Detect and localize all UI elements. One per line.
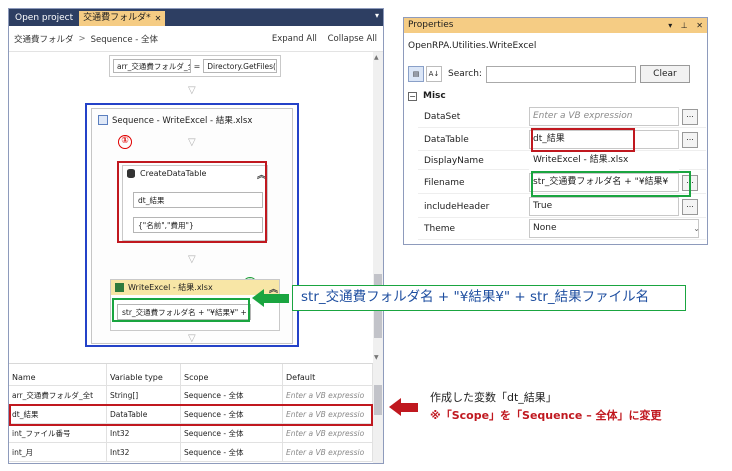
- alphabetical-icon[interactable]: A↓: [426, 66, 442, 82]
- close-icon[interactable]: ✕: [155, 11, 162, 26]
- pin-icon[interactable]: ⊥: [681, 21, 688, 30]
- expand-collapse-controls: Expand All Collapse All: [264, 34, 383, 44]
- designer-scrollbar[interactable]: ▲ ▼: [373, 52, 383, 363]
- variable-scope[interactable]: Sequence - 全体: [181, 443, 283, 461]
- variables-header: Name Variable type Scope Default: [9, 364, 373, 386]
- breadcrumb-item-root[interactable]: 交通費フォルダ: [14, 33, 74, 45]
- property-value-input[interactable]: WriteExcel - 結果.xlsx: [529, 151, 679, 170]
- designer-canvas[interactable]: arr_交通費フォルダ_全 = Directory.GetFiles(s ▽ S…: [9, 52, 373, 363]
- selected-type-name: OpenRPA.Utilities.WriteExcel: [408, 41, 537, 51]
- scope-note: ※「Scope」を「Sequence – 全体」に変更: [430, 409, 662, 422]
- properties-toolbar: ▤ A↓ Search: Clear: [408, 64, 704, 84]
- datatable-value-highlight: [531, 128, 635, 152]
- category-misc[interactable]: − Misc: [404, 89, 707, 103]
- ellipsis-button[interactable]: ...: [682, 198, 698, 215]
- property-value-input[interactable]: Enter a VB expression: [529, 107, 679, 126]
- dt-result-row-highlight: [9, 404, 373, 426]
- tab-open-project[interactable]: Open project: [11, 11, 77, 26]
- property-name: DisplayName: [424, 155, 484, 166]
- filename-field-highlight: [112, 298, 250, 322]
- variable-type[interactable]: Int32: [107, 424, 181, 442]
- column-header-scope[interactable]: Scope: [181, 364, 283, 385]
- breadcrumb-separator: >: [78, 33, 86, 44]
- property-name: DataTable: [424, 134, 469, 145]
- property-row-dataset[interactable]: DataSet Enter a VB expression ...: [418, 106, 706, 128]
- variable-type[interactable]: Int32: [107, 443, 181, 461]
- collapse-all-link[interactable]: Collapse All: [328, 34, 377, 44]
- search-label: Search:: [448, 69, 482, 79]
- properties-title: Properties: [408, 20, 454, 30]
- assign-to-field[interactable]: arr_交通費フォルダ_全: [113, 59, 191, 73]
- tab-workflow[interactable]: 交通費フォルダ* ✕: [79, 11, 166, 26]
- chevron-down-icon[interactable]: ▾: [668, 21, 672, 30]
- properties-panel: Properties ▾ ⊥ ✕ OpenRPA.Utilities.Write…: [403, 17, 708, 245]
- table-row[interactable]: int_ファイル番号 Int32 Sequence - 全体 Enter a V…: [9, 424, 373, 443]
- variable-note: 作成した変数「dt_結果」: [430, 391, 557, 404]
- assign-activity[interactable]: arr_交通費フォルダ_全 = Directory.GetFiles(s: [109, 55, 281, 77]
- variables-grid: ▲ Name Variable type Scope Default arr_交…: [9, 363, 373, 463]
- close-icon[interactable]: ✕: [696, 21, 703, 30]
- property-name: Theme: [424, 223, 456, 234]
- clear-button[interactable]: Clear: [639, 65, 690, 83]
- red-arrow-tail: [400, 403, 418, 412]
- green-arrow-tail: [263, 294, 289, 303]
- scroll-down-icon[interactable]: ▼: [374, 354, 379, 361]
- property-row-displayname[interactable]: DisplayName WriteExcel - 結果.xlsx: [418, 151, 706, 170]
- breadcrumb: 交通費フォルダ > Sequence - 全体 Expand All Colla…: [9, 26, 383, 52]
- assign-value-field[interactable]: Directory.GetFiles(s: [203, 59, 277, 73]
- variables-scrollbar[interactable]: [373, 363, 383, 463]
- tab-workflow-label: 交通費フォルダ*: [83, 13, 151, 23]
- breadcrumb-item-sequence[interactable]: Sequence - 全体: [91, 33, 158, 45]
- chevron-down-icon[interactable]: ⌄: [693, 224, 700, 233]
- document-tab-bar: Open project 交通費フォルダ* ✕ ▾: [9, 9, 383, 26]
- assign-equals: =: [193, 61, 201, 71]
- chevron-down-icon[interactable]: ▾: [375, 11, 379, 20]
- category-label: Misc: [423, 91, 446, 101]
- expand-all-link[interactable]: Expand All: [272, 34, 317, 44]
- column-header-name[interactable]: Name: [9, 364, 107, 385]
- theme-select[interactable]: None: [529, 219, 699, 238]
- table-row[interactable]: arr_交通費フォルダ_全t String[] Sequence - 全体 En…: [9, 386, 373, 405]
- properties-window-buttons: ▾ ⊥ ✕: [662, 18, 703, 33]
- variable-default[interactable]: Enter a VB expressio: [283, 424, 373, 442]
- create-datatable-highlight: [117, 161, 267, 243]
- property-name: includeHeader: [424, 201, 490, 212]
- filename-value-highlight: [531, 171, 691, 197]
- property-row-includeheader[interactable]: includeHeader True ...: [418, 196, 706, 218]
- property-name: DataSet: [424, 111, 461, 122]
- variable-name[interactable]: arr_交通費フォルダ_全t: [9, 386, 107, 404]
- categorized-icon[interactable]: ▤: [408, 66, 424, 82]
- properties-title-bar: Properties ▾ ⊥ ✕: [404, 18, 707, 33]
- property-name: Filename: [424, 177, 465, 188]
- variable-scope[interactable]: Sequence - 全体: [181, 424, 283, 442]
- column-header-type[interactable]: Variable type: [107, 364, 181, 385]
- variable-name[interactable]: int_ファイル番号: [9, 424, 107, 442]
- variable-type[interactable]: String[]: [107, 386, 181, 404]
- variable-scope[interactable]: Sequence - 全体: [181, 386, 283, 404]
- variable-name[interactable]: int_月: [9, 443, 107, 461]
- property-row-theme[interactable]: Theme None ⌄: [418, 218, 706, 240]
- table-row[interactable]: int_月 Int32 Sequence - 全体 Enter a VB exp…: [9, 443, 373, 462]
- connector-chevron-icon: ▽: [188, 85, 196, 96]
- ellipsis-button[interactable]: ...: [682, 131, 698, 148]
- ellipsis-button[interactable]: ...: [682, 108, 698, 125]
- scroll-up-icon[interactable]: ▲: [374, 54, 379, 61]
- search-input[interactable]: [485, 65, 636, 83]
- workflow-designer-panel: Open project 交通費フォルダ* ✕ ▾ 交通費フォルダ > Sequ…: [8, 8, 384, 464]
- property-value-input[interactable]: True: [529, 197, 679, 216]
- variable-default[interactable]: Enter a VB expressio: [283, 386, 373, 404]
- column-header-default[interactable]: Default: [283, 364, 373, 385]
- scrollbar-thumb[interactable]: [374, 385, 382, 415]
- variable-default[interactable]: Enter a VB expressio: [283, 443, 373, 461]
- filename-expression-callout: str_交通費フォルダ名 + "¥結果¥" + str_結果ファイル名: [292, 285, 686, 311]
- collapse-icon[interactable]: −: [408, 91, 417, 101]
